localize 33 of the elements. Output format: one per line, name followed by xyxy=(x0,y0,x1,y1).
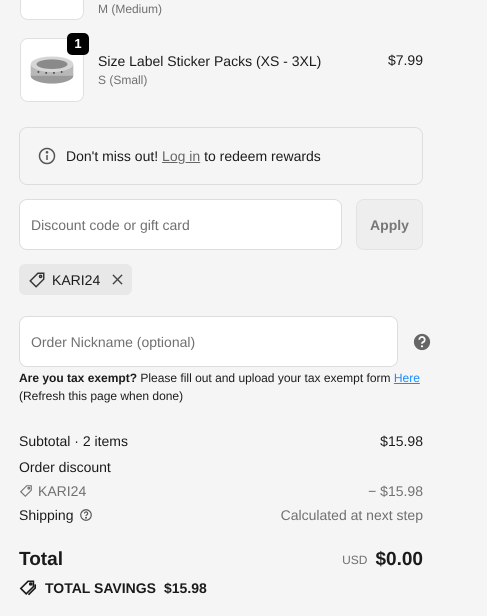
summary-label: Shipping xyxy=(19,507,74,523)
product-variant: M (Medium) xyxy=(98,2,164,16)
login-link[interactable]: Log in xyxy=(162,148,200,164)
summary-value: Calculated at next step xyxy=(280,507,423,523)
summary-label: Order discount xyxy=(19,459,111,475)
summary-value: − $15.98 xyxy=(368,483,423,499)
tags-icon xyxy=(19,579,37,597)
info-icon xyxy=(37,146,57,166)
discount-field[interactable]: Discount code or gift card xyxy=(19,199,342,250)
product-name: Size Label Sticker Packs (XS - 3XL) xyxy=(98,53,322,69)
apply-button[interactable]: Apply xyxy=(356,199,423,250)
nickname-field[interactable]: Order Nickname (optional) xyxy=(19,316,398,367)
total-amount: $0.00 xyxy=(375,549,423,571)
summary-value: $15.98 xyxy=(380,433,423,449)
close-icon xyxy=(112,274,124,285)
discount-code: KARI24 xyxy=(52,272,100,288)
product-price: $7.99 xyxy=(388,52,423,68)
quantity-badge: 1 xyxy=(67,33,89,55)
help-icon xyxy=(413,332,431,350)
here-link[interactable]: Here xyxy=(394,371,420,385)
tag-icon xyxy=(28,270,46,288)
total-label: Total xyxy=(19,549,63,571)
help-icon xyxy=(78,508,92,522)
savings-label: TOTAL SAVINGS xyxy=(45,580,156,596)
summary-label: KARI24 xyxy=(38,483,86,499)
notice-text: Don't miss out! Log in to redeem rewards xyxy=(66,148,321,164)
product-variant: S (Small) xyxy=(98,73,148,87)
tax-exempt-text: Are you tax exempt? Please fill out and upload your tax exempt form Here xyxy=(19,370,421,387)
currency: USD xyxy=(342,553,368,567)
refresh-note: (Refresh this page when done) xyxy=(19,388,184,405)
savings-amount: $15.98 xyxy=(164,580,207,596)
summary-label: Subtotal · 2 items xyxy=(19,433,128,449)
tag-icon xyxy=(19,484,33,498)
